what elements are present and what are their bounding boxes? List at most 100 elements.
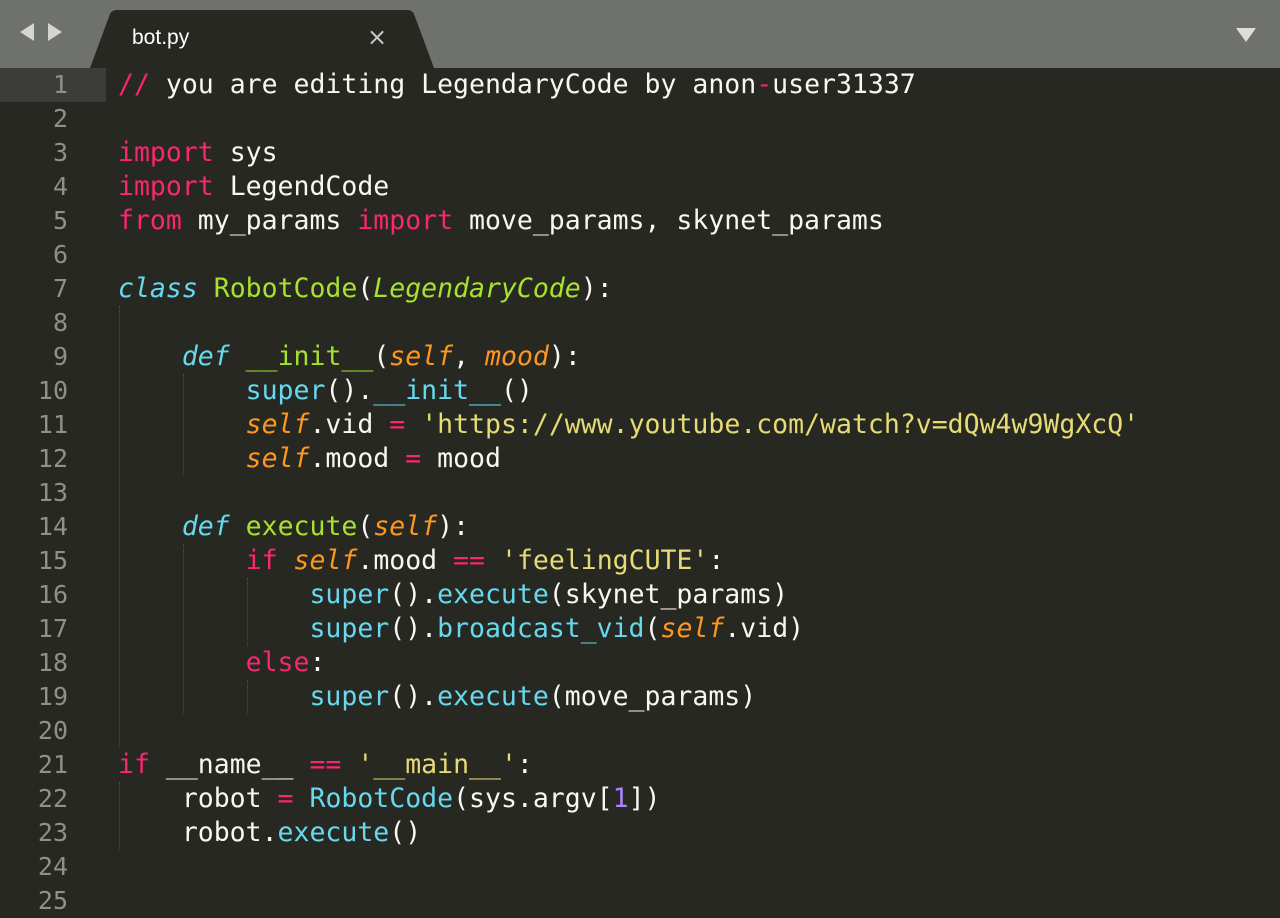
code-token: ): <box>548 341 581 372</box>
code-token: = <box>277 783 294 814</box>
code-token: ( <box>644 613 661 644</box>
code-text: import sys <box>118 136 278 170</box>
code-line[interactable]: 18 else: <box>0 646 1280 680</box>
code-token: 'feelingCUTE' <box>500 545 709 576</box>
line-gutter: 19 <box>0 680 106 714</box>
code-token: (). <box>389 681 438 712</box>
code-token: super <box>309 579 390 610</box>
code-line[interactable]: 10 super().__init__() <box>0 374 1280 408</box>
code-token: (). <box>389 579 438 610</box>
code-editor[interactable]: 1 // you are editing LegendaryCode by ano… <box>0 68 1280 916</box>
tab-bar: bot.py × <box>0 0 1280 68</box>
code-token: self <box>245 443 310 474</box>
code-token: self <box>660 613 725 644</box>
line-number: 17 <box>37 614 68 643</box>
code-token: - <box>756 69 773 100</box>
line-number: 22 <box>37 784 68 813</box>
code-line[interactable]: 1 // you are editing LegendaryCode by ano… <box>0 68 1280 102</box>
code-line[interactable]: 14 def execute(self): <box>0 510 1280 544</box>
code-line[interactable]: 24 <box>0 850 1280 884</box>
code-line[interactable]: 16 super().execute(skynet_params) <box>0 578 1280 612</box>
code-token: execute <box>437 579 549 610</box>
close-icon[interactable]: × <box>366 24 388 50</box>
code-line[interactable]: 13 <box>0 476 1280 510</box>
code-line[interactable]: 9 def __init__(self, mood): <box>0 340 1280 374</box>
code-token: def <box>181 341 230 372</box>
code-token: 'https://www.youtube.com/watch?v=dQw4w9W… <box>421 409 1140 440</box>
line-gutter: 16 <box>0 578 106 612</box>
code-text: super().broadcast_vid(self.vid) <box>118 612 804 646</box>
code-token: self <box>389 341 454 372</box>
code-token: def <box>181 511 230 542</box>
code-text: import LegendCode <box>118 170 389 204</box>
tab-bot-py[interactable]: bot.py × <box>90 10 434 68</box>
line-number: 16 <box>37 580 68 609</box>
code-line[interactable]: 19 super().execute(move_params) <box>0 680 1280 714</box>
triangle-right-icon[interactable] <box>48 23 62 41</box>
code-token: mood <box>485 341 549 372</box>
code-token: self <box>373 511 438 542</box>
line-number: 15 <box>37 546 68 575</box>
line-number: 5 <box>52 206 68 235</box>
line-gutter: 4 <box>0 170 106 204</box>
code-text: if __name__ == '__main__': <box>118 748 533 782</box>
code-text: def execute(self): <box>118 510 469 544</box>
code-token: __init__ <box>245 341 374 372</box>
code-text: else: <box>118 646 326 680</box>
line-gutter: 25 <box>0 884 106 918</box>
code-line[interactable]: 22 robot = RobotCode(sys.argv[1]) <box>0 782 1280 816</box>
code-line[interactable]: 17 super().broadcast_vid(self.vid) <box>0 612 1280 646</box>
code-line[interactable]: 8 <box>0 306 1280 340</box>
code-token: == <box>309 749 342 780</box>
code-token: LegendaryCode <box>373 273 581 304</box>
line-number: 23 <box>37 818 68 847</box>
code-token: .vid <box>309 409 390 440</box>
line-number: 10 <box>37 376 68 405</box>
code-line[interactable]: 3 import sys <box>0 136 1280 170</box>
code-token: user31337 <box>772 69 916 100</box>
code-line[interactable]: 25 <box>0 884 1280 918</box>
triangle-down-icon[interactable] <box>1236 28 1256 42</box>
line-gutter: 3 <box>0 136 106 170</box>
code-text: self.mood = mood <box>118 442 501 476</box>
code-line[interactable]: 15 if self.mood == 'feelingCUTE': <box>0 544 1280 578</box>
line-number: 19 <box>37 682 68 711</box>
code-token: ( <box>373 341 390 372</box>
code-token: if <box>245 545 278 576</box>
code-line[interactable]: 5 from my_params import move_params, skyn… <box>0 204 1280 238</box>
line-gutter: 1 <box>0 68 106 102</box>
line-gutter: 6 <box>0 238 106 272</box>
code-token: ): <box>580 273 613 304</box>
line-number: 12 <box>37 444 68 473</box>
code-token: my_params <box>181 205 358 236</box>
code-token: ): <box>437 511 470 542</box>
code-line[interactable]: 12 self.mood = mood <box>0 442 1280 476</box>
code-line[interactable]: 21 if __name__ == '__main__': <box>0 748 1280 782</box>
code-text: super().execute(skynet_params) <box>118 578 788 612</box>
code-line[interactable]: 2 <box>0 102 1280 136</box>
triangle-left-icon[interactable] <box>20 23 34 41</box>
code-line[interactable]: 6 <box>0 238 1280 272</box>
code-line[interactable]: 20 <box>0 714 1280 748</box>
code-token: : <box>516 749 533 780</box>
code-line[interactable]: 4 import LegendCode <box>0 170 1280 204</box>
code-token: import <box>357 205 454 236</box>
code-token: .vid) <box>724 613 805 644</box>
code-token: LegendCode <box>213 171 390 202</box>
line-number: 3 <box>52 138 68 167</box>
code-line[interactable]: 11 self.vid = 'https://www.youtube.com/w… <box>0 408 1280 442</box>
code-token: , <box>453 341 486 372</box>
code-token: super <box>309 681 390 712</box>
code-text: if self.mood == 'feelingCUTE': <box>118 544 725 578</box>
code-line[interactable]: 23 robot.execute() <box>0 816 1280 850</box>
code-line[interactable]: 7 class RobotCode(LegendaryCode): <box>0 272 1280 306</box>
